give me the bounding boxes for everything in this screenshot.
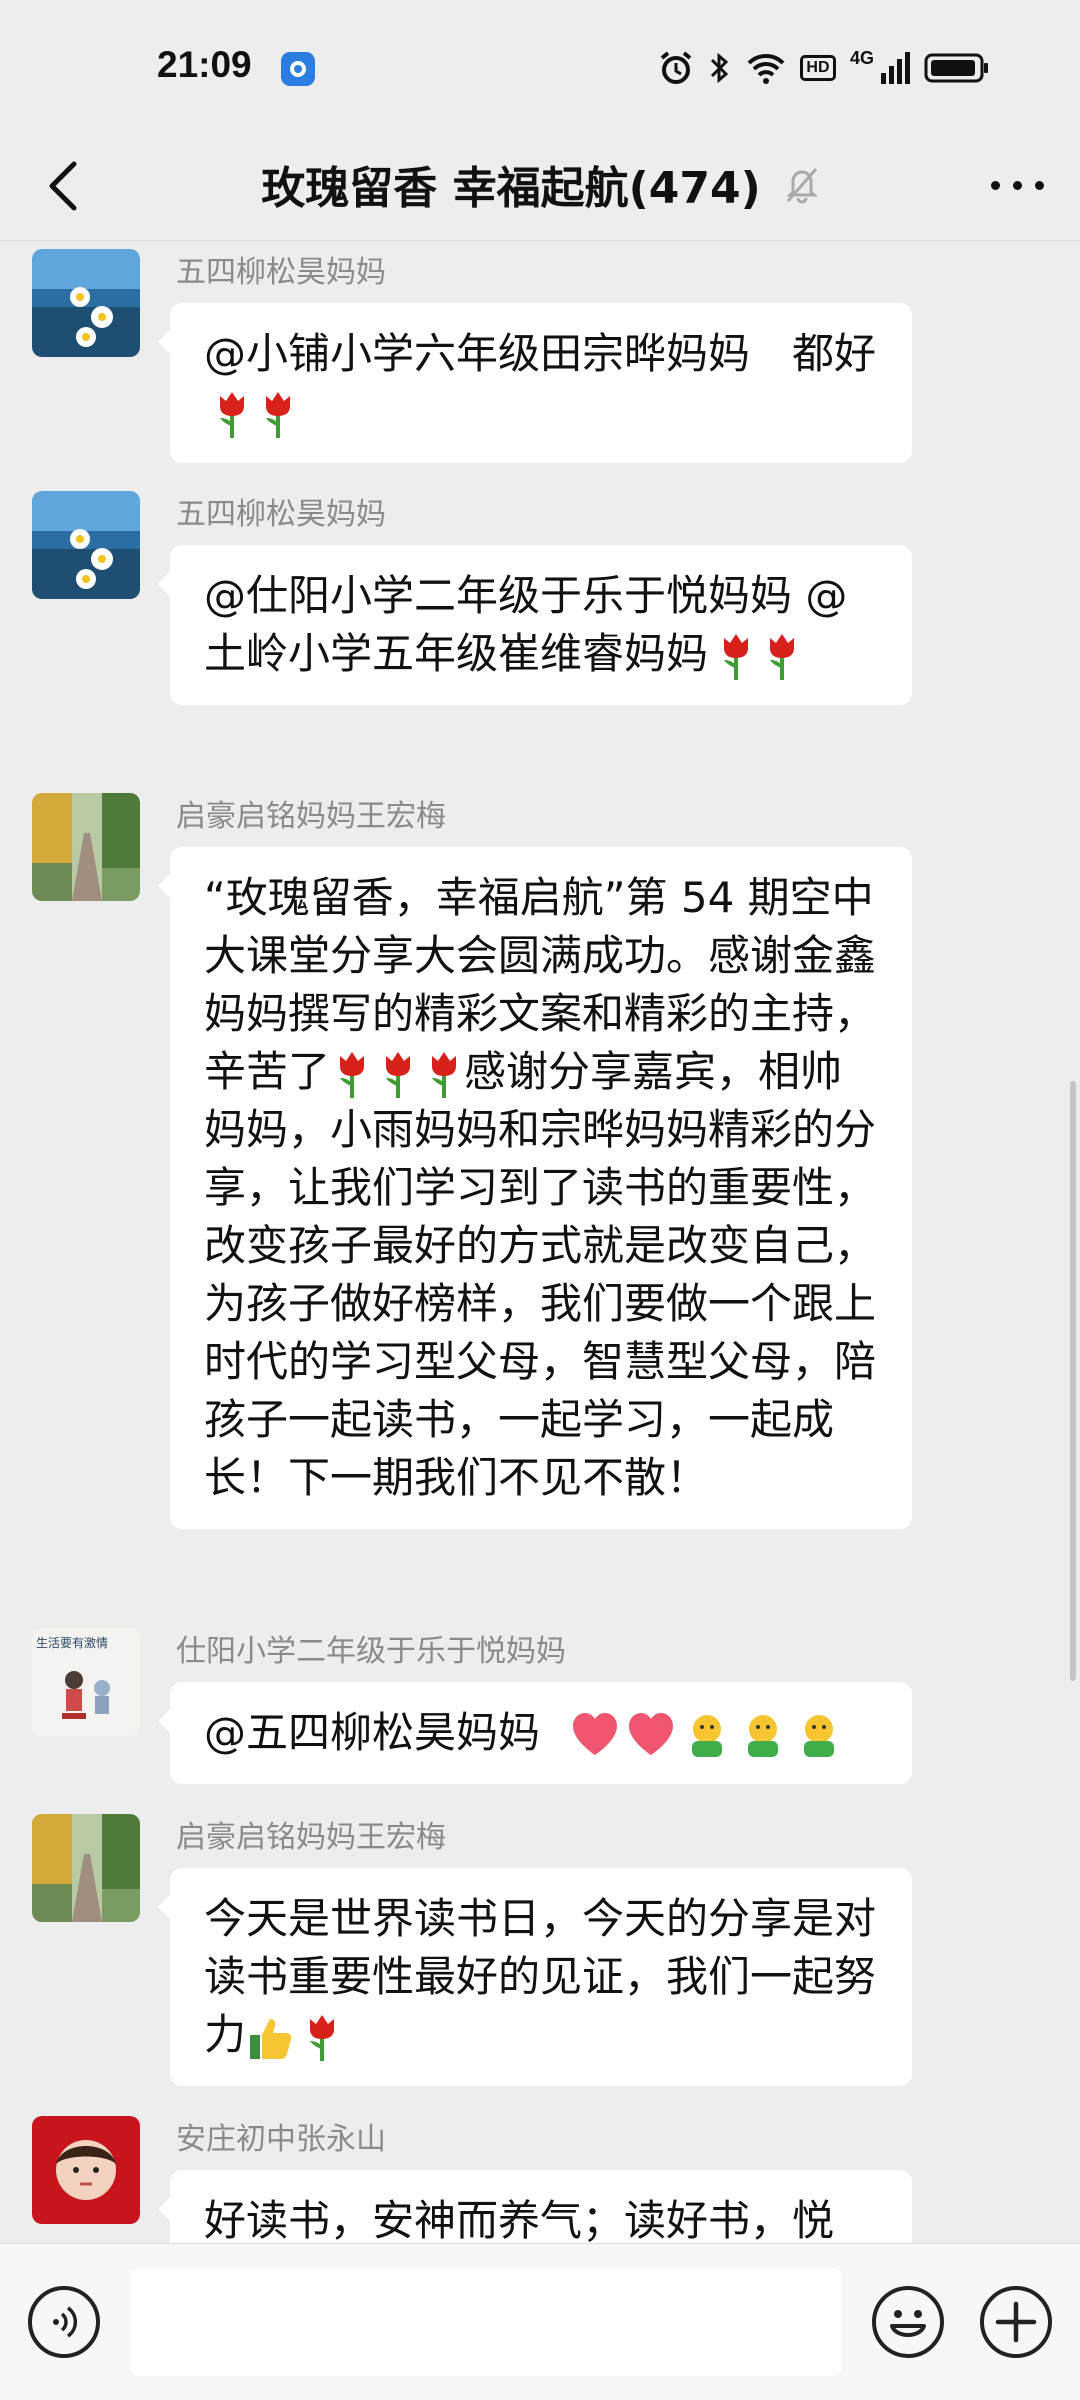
rose-icon [724,633,749,680]
avatar[interactable] [32,1814,140,1922]
message-text: @五四柳松昊妈妈 [204,1708,541,1757]
sender-name: 五四柳松昊妈妈 [176,255,386,290]
scrollbar[interactable] [1070,1081,1076,1681]
hug-icon [692,1714,723,1757]
voice-input-button[interactable] [28,2286,100,2358]
avatar[interactable] [32,491,140,599]
notification-app-icon [281,52,315,86]
network-type-label: 4G [849,48,874,68]
emoji-button[interactable] [872,2286,944,2358]
alarm-icon [660,51,692,84]
sender-name: 五四柳松昊妈妈 [176,497,386,532]
more-dot-icon [1012,180,1022,190]
mute-bell-icon [786,168,818,204]
rose-icon [340,1051,365,1098]
voice-icon [53,2306,78,2338]
rose-icon [310,2014,335,2061]
rose-icon [770,633,795,680]
message-input[interactable] [130,2268,842,2376]
battery-icon [924,53,988,83]
hug-icon [748,1714,779,1757]
signal-icon [881,52,910,84]
message-bubble[interactable]: @五四柳松昊妈妈 [158,1682,912,1784]
sender-name: 安庄初中张永山 [176,2122,386,2157]
message-text: 好读书，安神而养气；读好书，悦 [204,2196,835,2244]
status-icons: HD 4G [658,46,990,90]
wifi-icon [747,53,785,84]
hd-badge: HD [799,55,836,81]
status-time: 21:09 [157,44,252,85]
message-bubble[interactable]: 好读书，安神而养气；读好书，悦 [158,2170,912,2244]
more-dot-icon [1034,180,1044,190]
message-text: @小铺小学六年级田宗晔妈妈 都好 [204,329,877,378]
avatar-baby-photo-image [32,2116,140,2224]
rose-icon [220,391,244,438]
message-text-continued: 感谢分享嘉宾，相帅妈妈，小雨妈妈和宗晔妈妈精彩的分享，让我们学习到了读书的重要性… [204,1047,877,1502]
more-functions-button[interactable] [980,2286,1052,2358]
rose-icon [432,1051,457,1098]
message-bubble[interactable]: 今天是世界读书日，今天的分享是对读书重要性最好的见证，我们一起努力 [158,1868,912,2086]
avatar[interactable]: 生活要有激情 [32,1628,140,1736]
more-dot-icon [990,180,1000,190]
hug-icon [804,1714,835,1757]
avatar-tree-path-image [32,1814,140,1922]
avatar[interactable] [32,249,140,357]
sender-name: 仕阳小学二年级于乐于悦妈妈 [176,1634,566,1669]
status-bar: 21:09 HD 4G [0,0,1080,130]
message-bubble[interactable]: @仕阳小学二年级于乐于悦妈妈 @土岭小学五年级崔维睿妈妈 [158,545,912,705]
chat-message-list[interactable]: 五四柳松昊妈妈 @小铺小学六年级田宗晔妈妈 都好 五四柳松昊妈妈 @仕阳小学二年… [0,241,1080,2244]
heart-icon [629,1712,674,1755]
message-bubble[interactable]: @小铺小学六年级田宗晔妈妈 都好 [158,303,912,463]
avatar-daisy-lake-image [32,491,140,599]
sender-name: 启豪启铭妈妈王宏梅 [176,799,446,834]
rose-icon [266,391,290,438]
smiley-icon [890,2310,926,2337]
input-bar [0,2243,1080,2400]
rose-icon [386,1051,411,1098]
avatar-daisy-lake-image [32,249,140,357]
plus-icon [995,2301,1037,2343]
chat-header: 玫瑰留香 幸福起航(474) [0,130,1080,241]
chat-title: 玫瑰留香 幸福起航(474) [261,163,761,214]
bluetooth-icon [710,52,729,84]
message-bubble[interactable]: “玫瑰留香，幸福启航”第 54 期空中大课堂分享大会圆满成功。感谢金鑫妈妈撰写的… [158,847,912,1529]
sender-name: 启豪启铭妈妈王宏梅 [176,1820,446,1855]
heart-icon [573,1712,618,1755]
more-options-button[interactable] [984,152,1050,218]
thumbs-up-icon [250,2018,292,2059]
avatar[interactable] [32,793,140,901]
avatar[interactable] [32,2116,140,2224]
avatar-caption: 生活要有激情 [36,1636,109,1650]
avatar-tree-path-image [32,793,140,901]
